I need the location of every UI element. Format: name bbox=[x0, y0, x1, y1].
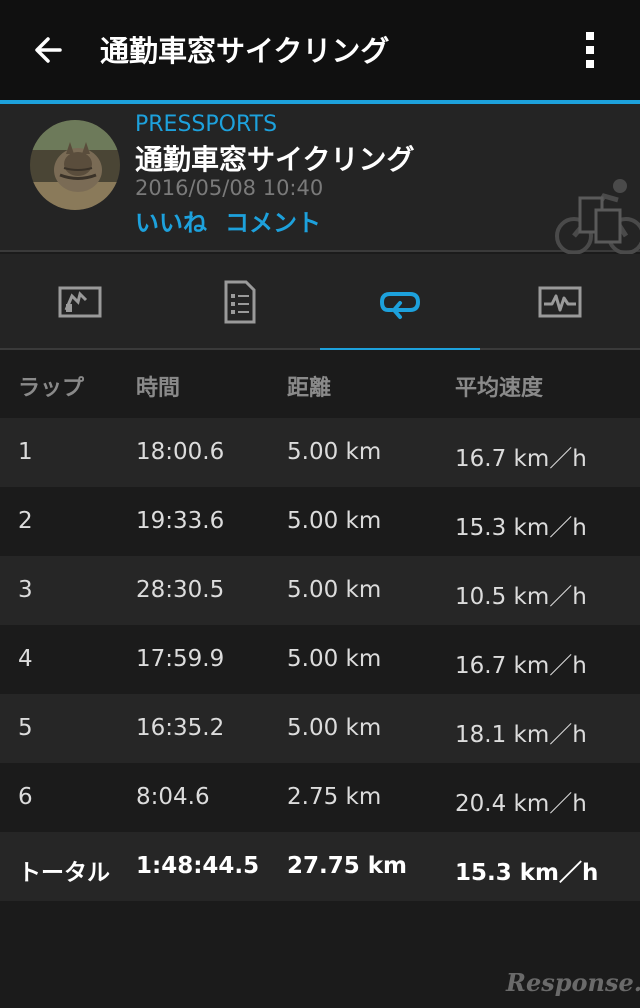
header-time: 時間 bbox=[136, 376, 181, 401]
table-row[interactable]: 4 17:59.9 5.00 km 16.7 km／h bbox=[0, 625, 640, 694]
tab-graphs[interactable] bbox=[480, 254, 640, 350]
lap-number: 6 bbox=[18, 784, 33, 810]
lap-distance: 5.00 km bbox=[287, 646, 382, 672]
lap-number: 3 bbox=[18, 577, 33, 603]
pulse-graph-icon bbox=[538, 286, 582, 318]
lap-avg-speed: 10.5 km／h bbox=[455, 584, 587, 610]
total-row: トータル 1:48:44.5 27.75 km 15.3 km／h bbox=[0, 832, 640, 901]
lap-number: 2 bbox=[18, 508, 33, 534]
comment-link[interactable]: コメント bbox=[225, 203, 321, 238]
lap-distance: 5.00 km bbox=[287, 508, 382, 534]
cycling-activity-icon bbox=[554, 174, 640, 256]
lap-time: 28:30.5 bbox=[136, 577, 225, 603]
activity-title: 通勤車窓サイクリング bbox=[135, 143, 415, 176]
total-time: 1:48:44.5 bbox=[136, 853, 260, 879]
lap-time: 18:00.6 bbox=[136, 439, 225, 465]
table-row[interactable]: 5 16:35.2 5.00 km 18.1 km／h bbox=[0, 694, 640, 763]
overflow-menu-icon[interactable] bbox=[572, 28, 608, 72]
total-avg-speed: 15.3 km／h bbox=[455, 860, 599, 886]
tab-details[interactable] bbox=[160, 254, 320, 350]
like-link[interactable]: いいね bbox=[135, 203, 207, 238]
lap-avg-speed: 15.3 km／h bbox=[455, 515, 587, 541]
app-bar: 通勤車窓サイクリング bbox=[0, 0, 640, 100]
organization-name[interactable]: PRESSPORTS bbox=[135, 112, 277, 137]
lap-number: 1 bbox=[18, 439, 33, 465]
page-title: 通勤車窓サイクリング bbox=[100, 34, 390, 68]
lap-avg-speed: 20.4 km／h bbox=[455, 791, 587, 817]
lap-distance: 5.00 km bbox=[287, 439, 382, 465]
table-row[interactable]: 1 18:00.6 5.00 km 16.7 km／h bbox=[0, 418, 640, 487]
header-avg-speed: 平均速度 bbox=[455, 376, 544, 401]
total-label: トータル bbox=[18, 860, 110, 886]
table-row[interactable]: 3 28:30.5 5.00 km 10.5 km／h bbox=[0, 556, 640, 625]
lap-time: 16:35.2 bbox=[136, 715, 225, 741]
tab-overview[interactable] bbox=[0, 254, 160, 350]
header-lap: ラップ bbox=[18, 376, 85, 401]
lap-time: 17:59.9 bbox=[136, 646, 225, 672]
total-distance: 27.75 km bbox=[287, 853, 408, 879]
activity-datetime: 2016/05/08 10:40 bbox=[135, 176, 324, 200]
lap-avg-speed: 18.1 km／h bbox=[455, 722, 587, 748]
lap-time: 8:04.6 bbox=[136, 784, 210, 810]
lap-distance: 5.00 km bbox=[287, 715, 382, 741]
laps-table-header: ラップ 時間 距離 平均速度 bbox=[0, 350, 640, 418]
table-row[interactable]: 6 8:04.6 2.75 km 20.4 km／h bbox=[0, 763, 640, 832]
watermark-logo: Response. bbox=[506, 968, 640, 997]
table-row[interactable]: 2 19:33.6 5.00 km 15.3 km／h bbox=[0, 487, 640, 556]
lap-avg-speed: 16.7 km／h bbox=[455, 653, 587, 679]
back-arrow-icon[interactable] bbox=[30, 28, 70, 72]
header-distance: 距離 bbox=[287, 376, 332, 401]
lap-time: 19:33.6 bbox=[136, 508, 225, 534]
document-icon bbox=[224, 280, 256, 324]
lap-number: 5 bbox=[18, 715, 33, 741]
lap-avg-speed: 16.7 km／h bbox=[455, 446, 587, 472]
tab-bar bbox=[0, 254, 640, 352]
avatar[interactable] bbox=[30, 120, 120, 210]
chart-icon bbox=[58, 286, 102, 318]
activity-header: PRESSPORTS 通勤車窓サイクリング 2016/05/08 10:40 い… bbox=[0, 104, 640, 255]
lap-distance: 5.00 km bbox=[287, 577, 382, 603]
lap-number: 4 bbox=[18, 646, 33, 672]
lap-distance: 2.75 km bbox=[287, 784, 382, 810]
laps-loop-icon bbox=[379, 292, 421, 319]
tab-laps[interactable] bbox=[320, 254, 480, 352]
